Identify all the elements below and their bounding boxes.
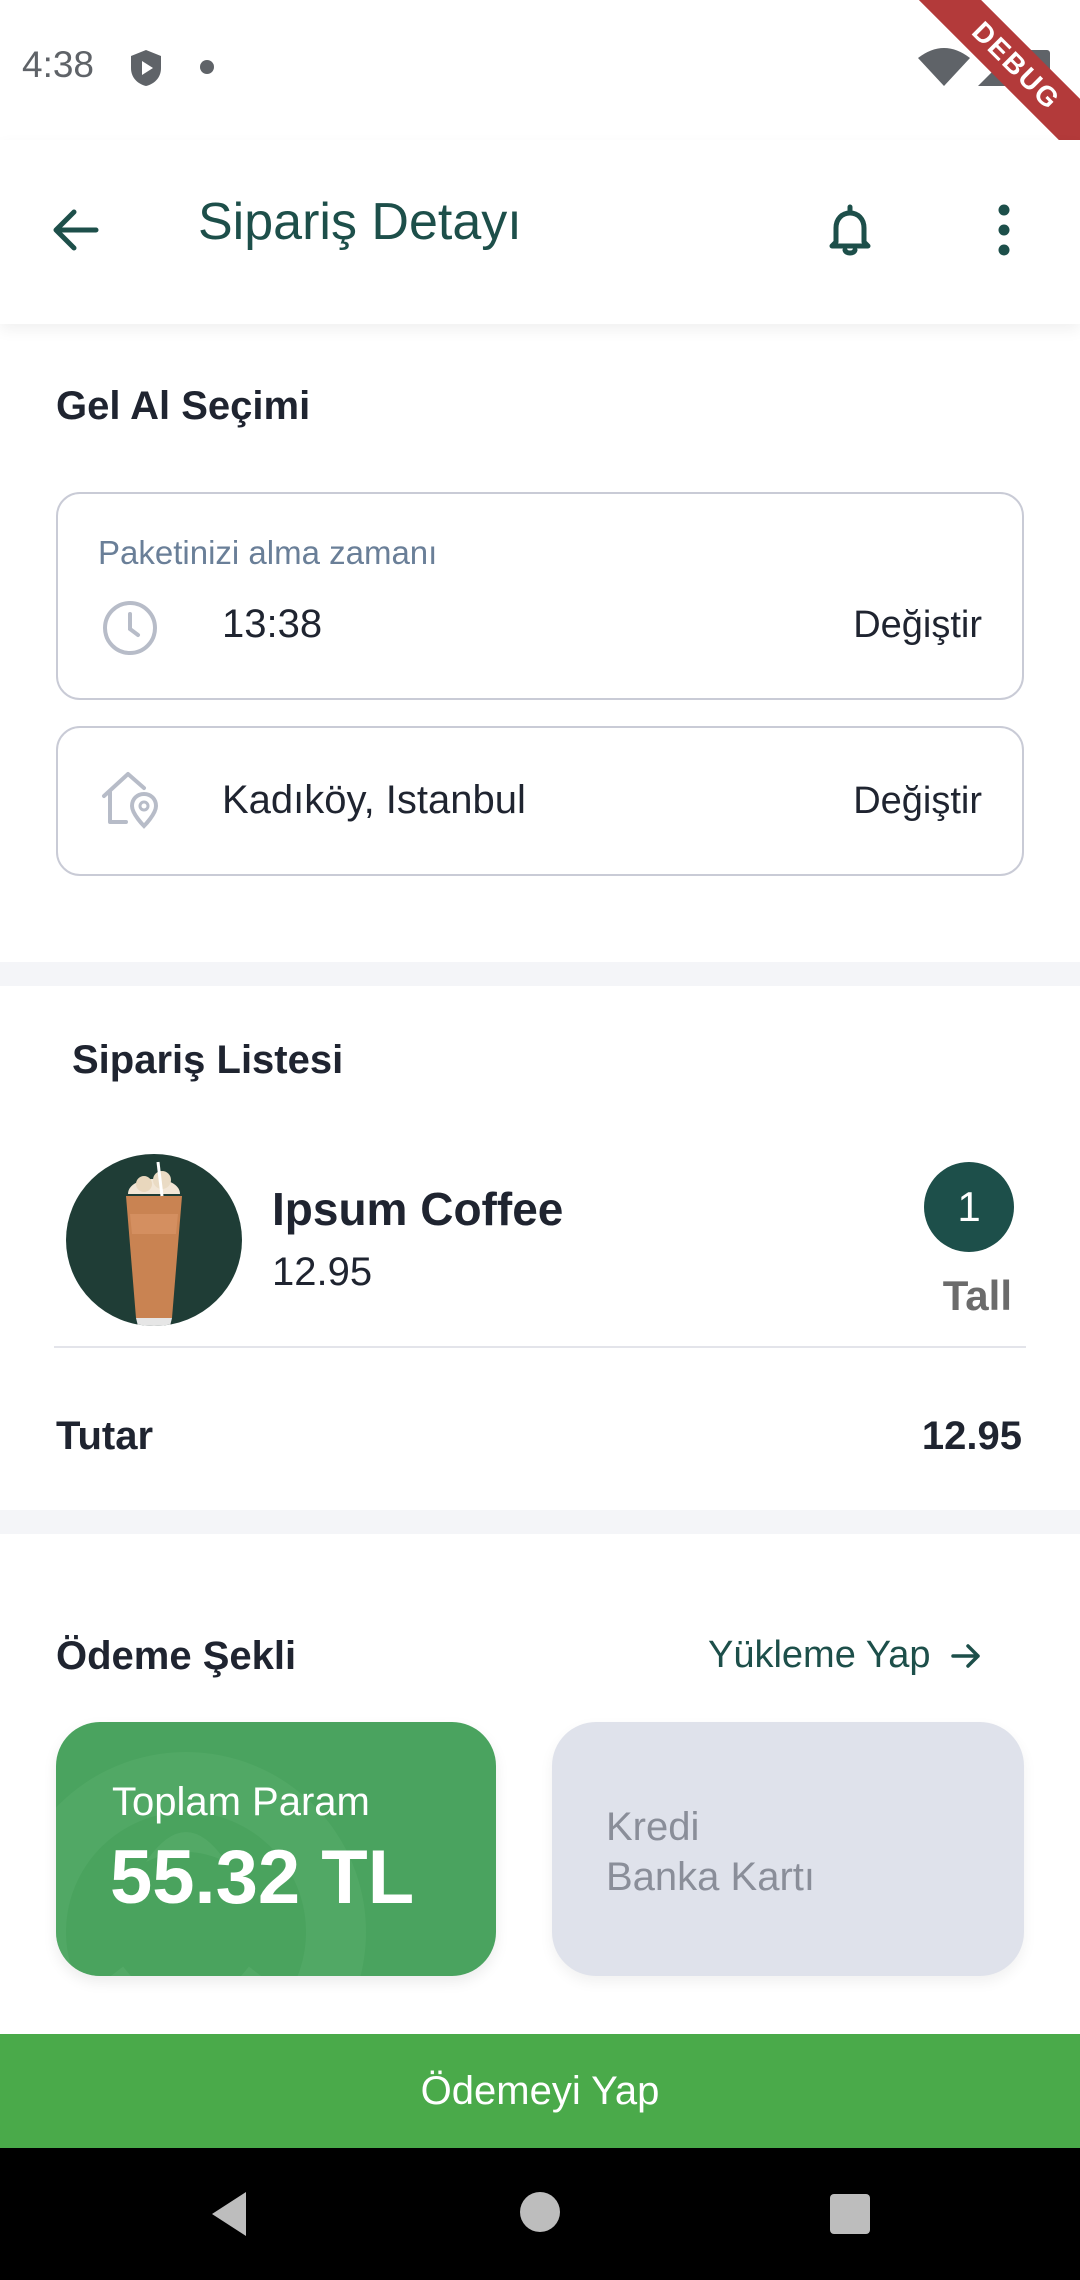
nav-recent-apps-icon[interactable] [830,2194,870,2234]
system-nav-bar [0,2148,1080,2280]
pickup-section-title: Gel Al Seçimi [56,384,311,428]
credit-label-line1: Kredi [606,1805,700,1849]
page-title: Sipariş Detayı [198,193,522,251]
back-arrow-icon[interactable] [40,192,116,268]
total-value: 12.95 [921,1414,1022,1458]
change-location-button[interactable]: Değiştir [853,780,982,823]
iced-coffee-image [126,1161,182,1326]
wallet-label: Toplam Param [112,1780,370,1824]
pickup-time-label: Paketinizi alma zamanı [98,534,438,571]
clock-icon [103,601,157,655]
home-location-icon [102,772,159,829]
topup-link[interactable]: Yükleme Yap [708,1634,983,1677]
wallet-card[interactable]: Toplam Param 55.32 TL [56,1722,496,1976]
nav-home-icon[interactable] [520,2192,560,2232]
more-vertical-icon[interactable] [966,192,1042,268]
section-separator [0,962,1080,986]
nav-back-icon[interactable] [206,2188,254,2240]
item-name: Ipsum Coffee [272,1183,564,1235]
app-bar: Sipariş Detayı [0,140,1080,324]
arrow-right-icon [950,1643,980,1668]
credit-card-label: Kredi Banka Kartı [606,1802,815,1902]
pay-button[interactable]: Ödemeyi Yap [0,2034,1080,2148]
item-price: 12.95 [272,1250,373,1294]
section-separator [0,1510,1080,1534]
divider [54,1346,1026,1348]
credit-card-option[interactable]: Kredi Banka Kartı [552,1722,1024,1976]
status-time: 4:38 [22,44,95,85]
credit-label-line2: Banka Kartı [606,1855,816,1899]
total-label: Tutar [56,1414,154,1458]
pickup-time-value: 13:38 [222,602,323,646]
pickup-location-value: Kadıköy, Istanbul [222,778,526,822]
topup-label: Yükleme Yap [708,1634,931,1676]
order-section-title: Sipariş Listesi [72,1038,344,1082]
bell-icon[interactable] [812,192,888,268]
pickup-time-card[interactable]: Paketinizi alma zamanı 13:38 Değiştir [56,492,1024,700]
change-time-button[interactable]: Değiştir [853,604,982,647]
payment-section-title: Ödeme Şekli [56,1634,297,1678]
status-bar: 4:38 DEBUG [0,0,1080,174]
pickup-location-card[interactable]: Kadıköy, Istanbul Değiştir [56,726,1024,876]
notification-dot-icon [200,60,214,74]
item-size: Tall [942,1272,1012,1319]
wallet-amount: 55.32 TL [110,1835,415,1920]
product-image [66,1154,242,1326]
shield-icon [131,50,161,86]
quantity-badge[interactable]: 1 [924,1162,1014,1252]
